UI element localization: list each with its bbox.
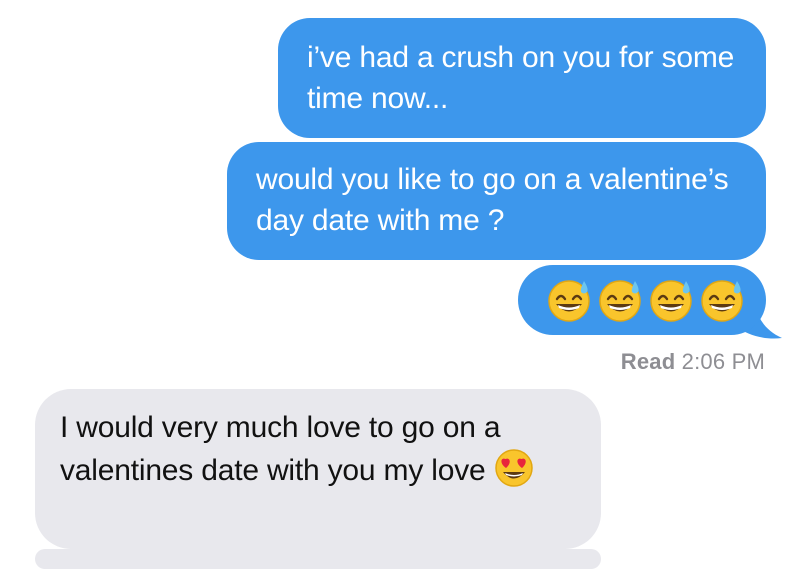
grinning-sweat-emoji [650,280,692,322]
emoji-row [546,277,745,323]
grinning-sweat-emoji [599,280,641,322]
read-receipt-time: 2:06 PM [681,349,765,374]
sent-message-bubble[interactable]: i’ve had a crush on you for some time no… [278,18,766,138]
grinning-sweat-emoji [548,280,590,322]
sent-message-bubble[interactable]: would you like to go on a valentine’s da… [227,142,766,260]
received-message-bubble[interactable]: I would very much love to go on a valent… [35,389,601,549]
message-text: I would very much love to go on a valent… [60,411,501,487]
sent-emoji-message-bubble[interactable] [518,265,766,335]
message-text: i’ve had a crush on you for some time no… [307,41,735,115]
message-text: would you like to go on a valentine’s da… [256,163,729,237]
grinning-sweat-emoji [701,280,743,322]
read-receipt-label: Read [620,349,676,374]
read-receipt: Read 2:06 PM [621,349,765,375]
received-message-bubble-partial[interactable] [35,549,601,569]
heart-eyes-emoji [494,449,533,487]
